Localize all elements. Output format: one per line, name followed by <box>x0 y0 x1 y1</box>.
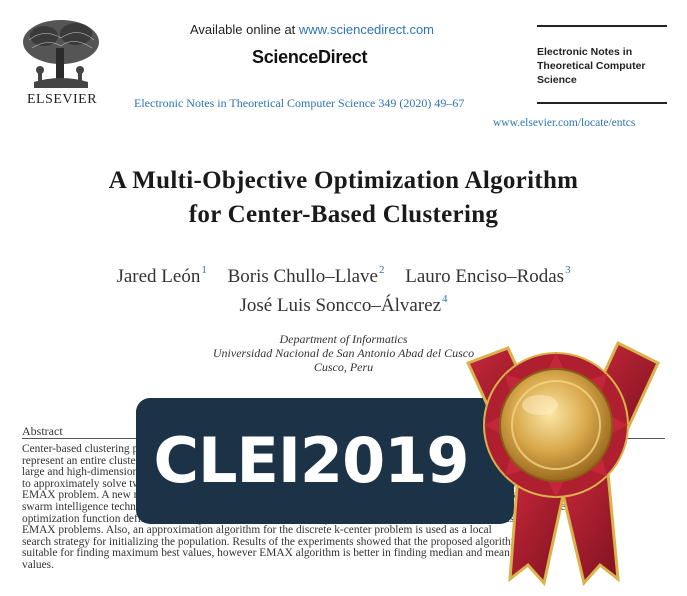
author-name: Boris Chullo–Llave <box>227 266 378 287</box>
journal-title-line: Theoretical Computer <box>537 60 646 72</box>
clei-banner-text: CLEI2019 <box>153 424 470 497</box>
author: Lauro Enciso–Rodas3 <box>405 264 571 287</box>
author: Jared León1 <box>116 264 207 287</box>
author: José Luis Soncco–Álvarez4 <box>239 293 448 316</box>
paper-title: A Multi-Objective Optimization Algorithm… <box>0 164 687 232</box>
award-medal-icon <box>448 333 670 591</box>
availability-prefix: Available online at <box>190 22 299 37</box>
paper-title-line: for Center-Based Clustering <box>188 201 499 228</box>
affiliation-marker[interactable]: 2 <box>379 264 385 276</box>
sciencedirect-link[interactable]: www.sciencedirect.com <box>299 22 434 37</box>
journal-title: Electronic Notes in Theoretical Computer… <box>537 45 677 87</box>
affiliation-marker[interactable]: 3 <box>565 264 571 276</box>
author-name: Jared León <box>116 266 201 287</box>
author: Boris Chullo–Llave2 <box>227 264 385 287</box>
affiliation-marker[interactable]: 4 <box>442 293 448 305</box>
paper-title-line: A Multi-Objective Optimization Algorithm <box>108 167 579 194</box>
journal-title-line: Science <box>537 74 577 86</box>
journal-citation-link[interactable]: Electronic Notes in Theoretical Computer… <box>134 96 464 111</box>
author-list: Jared León1 Boris Chullo–Llave2 Lauro En… <box>0 264 687 288</box>
author-list: José Luis Soncco–Álvarez4 <box>0 293 687 317</box>
journal-title-line: Electronic Notes in <box>537 46 633 58</box>
affiliation-marker[interactable]: 1 <box>201 264 207 276</box>
journal-box-bottom-rule <box>537 102 667 104</box>
journal-url-link[interactable]: www.elsevier.com/locate/entcs <box>493 117 635 129</box>
publisher-name: ELSEVIER <box>26 92 98 107</box>
availability-note: Available online at www.sciencedirect.co… <box>190 22 434 37</box>
author-name: José Luis Soncco–Álvarez <box>239 295 442 316</box>
sciencedirect-brand: ScienceDirect <box>252 47 368 67</box>
abstract-heading: Abstract <box>22 424 63 438</box>
journal-box-top-rule <box>537 25 667 27</box>
author-name: Lauro Enciso–Rodas <box>405 266 565 287</box>
